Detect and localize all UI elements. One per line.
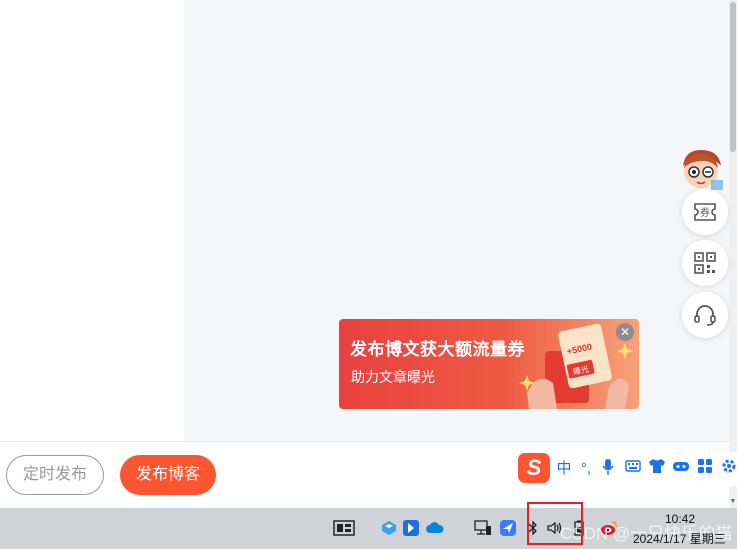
tray-highlight-box xyxy=(527,502,583,545)
ime-mode-toggle[interactable]: 中 xyxy=(554,458,574,480)
app-cube-icon[interactable] xyxy=(378,517,400,539)
coupon-icon: 券 xyxy=(694,203,716,221)
promo-title: 发布博文获大额流量券 xyxy=(350,340,525,359)
qr-code-button[interactable] xyxy=(682,240,728,286)
qr-code-icon xyxy=(694,252,716,274)
scroll-down-arrow-icon[interactable]: ▼ xyxy=(729,498,737,506)
mascot-icon[interactable] xyxy=(675,146,727,194)
settings-icon[interactable] xyxy=(720,458,737,480)
punctuation-icon[interactable]: °, xyxy=(578,458,594,480)
publish-blog-button[interactable]: 发布博客 xyxy=(120,455,216,495)
microphone-icon[interactable] xyxy=(600,458,616,480)
app-arrow-icon[interactable] xyxy=(400,517,422,539)
clock-date[interactable]: 2024/1/17 星期三 xyxy=(633,530,726,547)
task-view-icon[interactable] xyxy=(333,517,355,539)
support-button[interactable] xyxy=(682,292,728,338)
onedrive-cloud-icon[interactable] xyxy=(424,517,446,539)
vertical-scrollbar[interactable]: ▼ xyxy=(729,0,737,508)
network-icon[interactable] xyxy=(472,517,494,539)
coupon-label: 券 xyxy=(700,206,710,219)
scrollbar-thumb[interactable] xyxy=(730,2,736,152)
keyboard-icon[interactable] xyxy=(624,458,642,480)
schedule-publish-button[interactable]: 定时发布 xyxy=(6,455,104,495)
promo-subtitle: 助力文章曝光 xyxy=(351,369,435,385)
app-plane-icon[interactable] xyxy=(497,517,519,539)
left-panel xyxy=(0,0,184,441)
headset-icon xyxy=(694,305,716,326)
ime-toolbar: S 中 °, xyxy=(516,452,737,486)
sogou-logo-icon[interactable]: S xyxy=(518,453,550,483)
apps-icon[interactable] xyxy=(696,458,714,480)
coupon-button[interactable]: 券 xyxy=(682,189,728,235)
promo-banner[interactable]: 发布博文获大额流量券 助力文章曝光 +5000 曝光 ✕ xyxy=(339,319,639,409)
skin-icon[interactable] xyxy=(648,458,666,480)
clock-time[interactable]: 10:42 xyxy=(665,512,695,526)
promo-close-icon[interactable]: ✕ xyxy=(616,323,634,341)
game-icon[interactable] xyxy=(672,458,690,480)
